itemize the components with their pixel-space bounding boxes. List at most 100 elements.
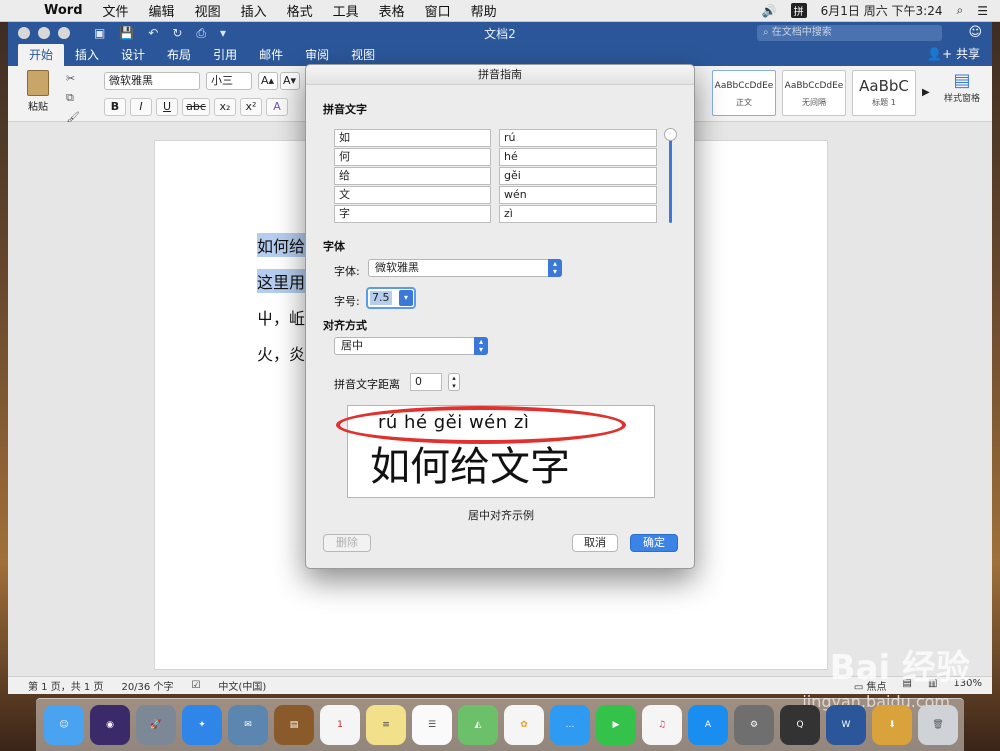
font-size-select[interactable]: 小三	[206, 72, 252, 90]
zoom-window-button[interactable]	[58, 27, 70, 39]
menu-table[interactable]: 表格	[369, 1, 415, 20]
tab-home[interactable]: 开始	[18, 43, 65, 66]
language-indicator[interactable]: 中文(中国)	[218, 678, 266, 693]
document-line[interactable]: 屮，岴	[257, 305, 305, 329]
menu-file[interactable]: 文件	[93, 1, 139, 20]
close-window-button[interactable]	[18, 27, 30, 39]
tab-design[interactable]: 设计	[110, 43, 156, 66]
word-count[interactable]: 20/36 个字	[121, 678, 173, 693]
notification-center-icon[interactable]: ☰	[977, 4, 988, 18]
share-button[interactable]: 👤+ 共享	[927, 45, 992, 66]
paste-button[interactable]: 粘贴	[18, 70, 58, 113]
print-icon[interactable]: ⎙	[196, 26, 206, 41]
sidebar-toggle-icon[interactable]: ▣	[94, 26, 105, 41]
rows-scroll-knob[interactable]	[664, 128, 677, 141]
offset-input[interactable]: 0	[410, 373, 442, 391]
downloads-icon[interactable]: ⬇	[872, 705, 912, 745]
ruby-text-field[interactable]: zì	[499, 205, 657, 223]
quicktime-icon[interactable]: Q	[780, 705, 820, 745]
font-select[interactable]: 微软雅黑 ▴ ▾	[368, 259, 562, 277]
rows-scrollbar[interactable]	[669, 135, 672, 223]
style-normal[interactable]: AaBbCcDdEe 正文	[712, 70, 776, 116]
feedback-smiley-icon[interactable]: ☺	[968, 25, 982, 40]
menu-window[interactable]: 窗口	[415, 1, 461, 20]
shrink-font-icon[interactable]: A▾	[280, 72, 300, 90]
copy-icon[interactable]: ⧉	[66, 91, 80, 105]
font-name-select[interactable]: 微软雅黑	[104, 72, 200, 90]
finder-icon[interactable]: ☺	[44, 705, 84, 745]
size-select[interactable]: 7.5 ▾	[366, 287, 416, 309]
app-store-icon[interactable]: A	[688, 705, 728, 745]
base-text-field[interactable]: 给	[334, 167, 491, 185]
delete-button[interactable]: 删除	[323, 534, 371, 552]
ruby-text-field[interactable]: gěi	[499, 167, 657, 185]
styles-pane-button[interactable]: ▤ 样式窗格	[944, 70, 980, 104]
grow-font-icon[interactable]: A▴	[258, 72, 278, 90]
cut-icon[interactable]: ✂	[66, 72, 80, 85]
tab-review[interactable]: 审阅	[294, 43, 340, 66]
contacts-icon[interactable]: ▤	[274, 705, 314, 745]
underline-icon[interactable]: U	[156, 98, 178, 116]
search-input[interactable]: ⌕ 在文档中搜索	[757, 25, 942, 41]
notes-icon[interactable]: ≡	[366, 705, 406, 745]
offset-stepper[interactable]: ▴ ▾	[448, 373, 460, 391]
minimize-window-button[interactable]	[38, 27, 50, 39]
input-method-icon[interactable]: 拼	[790, 3, 807, 18]
launchpad-icon[interactable]: 🚀	[136, 705, 176, 745]
document-line[interactable]: 如何给	[257, 233, 306, 257]
ruby-text-field[interactable]: wén	[499, 186, 657, 204]
spotlight-icon[interactable]: ⌕	[957, 3, 964, 18]
tab-insert[interactable]: 插入	[64, 43, 110, 66]
text-effects-icon[interactable]: A	[266, 98, 288, 116]
tab-layout[interactable]: 布局	[156, 43, 202, 66]
save-icon[interactable]: 💾	[119, 26, 134, 41]
tab-mailings[interactable]: 邮件	[248, 43, 294, 66]
style-no-spacing[interactable]: AaBbCcDdEe 无间隔	[782, 70, 846, 116]
ruby-text-field[interactable]: rú	[499, 129, 657, 147]
ok-button[interactable]: 确定	[630, 534, 678, 552]
strikethrough-icon[interactable]: abc	[182, 98, 210, 116]
proofing-icon[interactable]: ☑	[191, 680, 200, 691]
bold-icon[interactable]: B	[104, 98, 126, 116]
subscript-icon[interactable]: x₂	[214, 98, 236, 116]
styles-more-icon[interactable]: ▶	[922, 70, 930, 116]
siri-icon[interactable]: ◉	[90, 705, 130, 745]
menu-view[interactable]: 视图	[185, 1, 231, 20]
word-app-icon[interactable]: W	[826, 705, 866, 745]
customize-toolbar-icon[interactable]: ▾	[220, 26, 226, 41]
messages-icon[interactable]: …	[550, 705, 590, 745]
clock[interactable]: 6月1日 周六 下午3:24	[821, 2, 943, 19]
base-text-field[interactable]: 文	[334, 186, 491, 204]
redo-icon[interactable]: ↻	[172, 26, 182, 41]
music-icon[interactable]: ♫	[642, 705, 682, 745]
ruby-text-field[interactable]: hé	[499, 148, 657, 166]
italic-icon[interactable]: I	[130, 98, 152, 116]
menu-help[interactable]: 帮助	[461, 1, 507, 20]
document-line[interactable]: 这里用	[257, 269, 306, 293]
base-text-field[interactable]: 字	[334, 205, 491, 223]
photos-icon[interactable]: ✿	[504, 705, 544, 745]
calendar-icon[interactable]: 1	[320, 705, 360, 745]
mail-icon[interactable]: ✉	[228, 705, 268, 745]
system-preferences-icon[interactable]: ⚙	[734, 705, 774, 745]
reminders-icon[interactable]: ☰	[412, 705, 452, 745]
page-count[interactable]: 第 1 页，共 1 页	[28, 678, 103, 693]
menu-format[interactable]: 格式	[277, 1, 323, 20]
maps-icon[interactable]: ◭	[458, 705, 498, 745]
document-line[interactable]: 火，炎	[257, 341, 305, 365]
menu-tools[interactable]: 工具	[323, 1, 369, 20]
menu-edit[interactable]: 编辑	[139, 1, 185, 20]
base-text-field[interactable]: 何	[334, 148, 491, 166]
facetime-icon[interactable]: ▶	[596, 705, 636, 745]
cancel-button[interactable]: 取消	[572, 534, 618, 552]
menu-app-name[interactable]: Word	[34, 3, 93, 18]
trash-icon[interactable]: 🗑	[918, 705, 958, 745]
tab-view[interactable]: 视图	[340, 43, 386, 66]
safari-icon[interactable]: ✦	[182, 705, 222, 745]
volume-icon[interactable]: 🔊	[762, 4, 777, 18]
undo-icon[interactable]: ↶	[148, 26, 158, 41]
alignment-select[interactable]: 居中 ▴ ▾	[334, 337, 488, 355]
style-heading-1[interactable]: AaBbC 标题 1	[852, 70, 916, 116]
menu-insert[interactable]: 插入	[231, 1, 277, 20]
superscript-icon[interactable]: x²	[240, 98, 262, 116]
